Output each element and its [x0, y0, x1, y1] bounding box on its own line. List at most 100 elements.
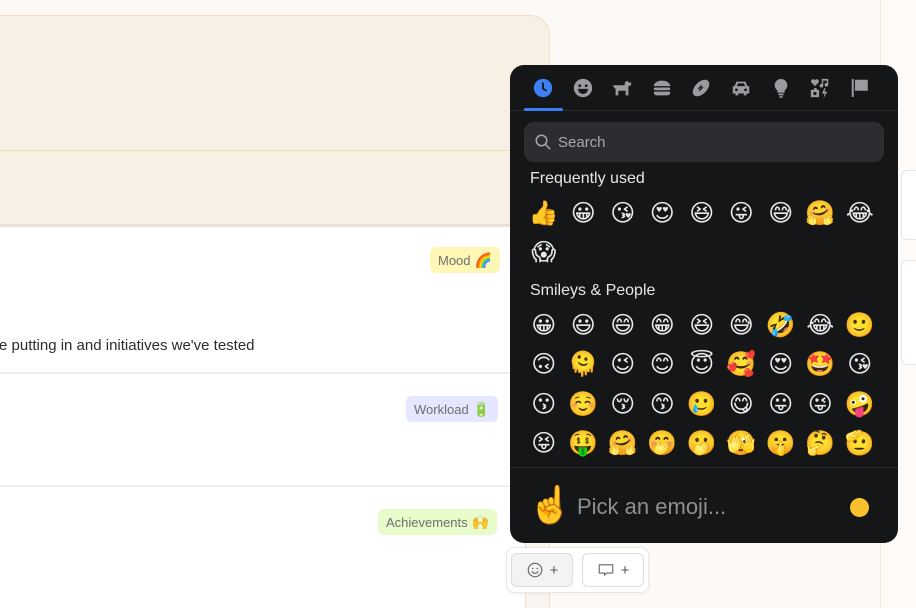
- emoji-cell[interactable]: 🫡: [840, 424, 880, 464]
- preview-emoji: ☝️: [528, 484, 573, 525]
- tab-animals[interactable]: [609, 75, 635, 101]
- emoji-cell[interactable]: 🫢: [682, 424, 722, 464]
- emoji-cell[interactable]: 😆: [682, 305, 722, 345]
- emoji-cell[interactable]: 🥰: [722, 345, 762, 385]
- car-icon: [732, 81, 750, 96]
- add-comment-button[interactable]: +: [582, 553, 644, 587]
- emoji-cell[interactable]: 🤑: [564, 424, 604, 464]
- emoji-cell[interactable]: 🤗: [801, 193, 841, 233]
- emoji-cell[interactable]: 😁: [643, 305, 683, 345]
- top-card: [0, 15, 550, 225]
- emoji-cell[interactable]: 😄: [603, 305, 643, 345]
- emoji-cell[interactable]: 🥲: [682, 384, 722, 424]
- category-tabs: [510, 65, 898, 111]
- tag-label: Workload: [414, 401, 469, 417]
- emoji-cell[interactable]: 🫣: [722, 424, 762, 464]
- document-area: Mood 🌈 re putting in and initiatives we'…: [0, 0, 550, 608]
- smiley-icon: [527, 562, 542, 578]
- skin-tone-selector[interactable]: [850, 498, 869, 517]
- symbols-icon: [810, 78, 829, 99]
- emoji-cell[interactable]: 🤔: [801, 424, 841, 464]
- frequent-emoji-grid: 👍 😀 😘 😍 😆 😜 😅 🤗 😂 😱: [524, 193, 880, 272]
- emoji-cell[interactable]: 🙂: [840, 305, 880, 345]
- emoji-cell[interactable]: 😊: [643, 345, 683, 385]
- emoji-cell[interactable]: 😅: [761, 193, 801, 233]
- plus-label: +: [620, 561, 630, 579]
- emoji-cell[interactable]: ☺️: [564, 384, 604, 424]
- emoji-cell[interactable]: 🤭: [643, 424, 683, 464]
- sidebar-card[interactable]: [901, 260, 916, 365]
- emoji-cell[interactable]: 😆: [682, 193, 722, 233]
- tab-food[interactable]: [649, 75, 675, 101]
- emoji-cell[interactable]: 👍: [524, 193, 564, 233]
- emoji-cell[interactable]: 😗: [524, 384, 564, 424]
- football-icon: [692, 79, 710, 97]
- emoji-picker: Frequently used 👍😀😘😍😆😜😅🤗😂😱 Smileys & Peo…: [510, 65, 898, 543]
- emoji-cell[interactable]: 😉: [603, 345, 643, 385]
- active-tab-indicator: [524, 108, 563, 111]
- row-divider: [0, 485, 525, 487]
- emoji-cell[interactable]: 😋: [722, 384, 762, 424]
- body-text: re putting in and initiatives we've test…: [0, 337, 255, 354]
- emoji-cell[interactable]: 😚: [603, 384, 643, 424]
- smileys-emoji-grid: 😀 😃 😄 😁 😆 😅 🤣 😂 🙂 🙃 🫠 😉 😊 😇 🥰 😍 🤩 😘 😗 ☺️ 😚 😙 🥲 😋 😛 😜 🤪 😝 🤑 🤗 🤭 🫢 🫣 🤫 🤔 🫡: [524, 305, 880, 463]
- tag-workload[interactable]: Workload 🔋: [406, 396, 499, 422]
- raising-hands-icon: 🙌: [471, 513, 490, 530]
- flag-icon: [851, 78, 868, 98]
- emoji-cell[interactable]: 😂: [840, 193, 880, 233]
- emoji-cell[interactable]: 😜: [801, 384, 841, 424]
- emoji-cell[interactable]: 😝: [524, 424, 564, 464]
- tag-label: Achievements: [386, 514, 468, 530]
- tab-travel[interactable]: [728, 75, 754, 101]
- emoji-cell[interactable]: 🤩: [801, 345, 841, 385]
- emoji-cell[interactable]: 😛: [761, 384, 801, 424]
- comment-icon: [598, 564, 613, 576]
- emoji-cell[interactable]: 😍: [643, 193, 683, 233]
- tab-flags[interactable]: [847, 75, 873, 101]
- tab-activities[interactable]: [688, 75, 714, 101]
- section-title-smileys: Smileys & People: [530, 282, 656, 299]
- search-icon: [535, 134, 551, 150]
- emoji-cell[interactable]: 😘: [840, 345, 880, 385]
- emoji-search[interactable]: [524, 122, 884, 162]
- tab-recent[interactable]: [530, 75, 556, 101]
- comment-action-bar: + +: [506, 547, 649, 593]
- lightbulb-icon: [774, 78, 788, 98]
- emoji-cell[interactable]: 🙃: [524, 345, 564, 385]
- emoji-cell[interactable]: 😃: [564, 305, 604, 345]
- tab-symbols[interactable]: [807, 75, 833, 101]
- tab-smileys[interactable]: [570, 75, 596, 101]
- rainbow-icon: 🌈: [474, 251, 492, 268]
- section-title-frequent: Frequently used: [530, 170, 645, 187]
- emoji-cell[interactable]: 🤗: [603, 424, 643, 464]
- emoji-cell[interactable]: 😀: [564, 193, 604, 233]
- emoji-cell[interactable]: 😱: [524, 233, 564, 273]
- emoji-preview-bar: ☝️ Pick an emoji...: [510, 467, 898, 543]
- preview-placeholder: Pick an emoji...: [577, 494, 727, 519]
- card-divider: [0, 150, 549, 151]
- burger-icon: [653, 80, 671, 96]
- emoji-cell[interactable]: 😅: [722, 305, 762, 345]
- emoji-cell[interactable]: 😍: [761, 345, 801, 385]
- sidebar-card[interactable]: [901, 170, 916, 240]
- emoji-cell[interactable]: 😜: [722, 193, 762, 233]
- emoji-cell[interactable]: 🤫: [761, 424, 801, 464]
- emoji-cell[interactable]: 😇: [682, 345, 722, 385]
- emoji-cell[interactable]: 😀: [524, 305, 564, 345]
- emoji-cell[interactable]: 🤣: [761, 305, 801, 345]
- emoji-cell[interactable]: 😙: [643, 384, 683, 424]
- tag-label: Mood: [438, 252, 471, 268]
- dog-icon: [612, 80, 632, 96]
- emoji-cell[interactable]: 🫠: [564, 345, 604, 385]
- tag-achievements[interactable]: Achievements 🙌: [378, 509, 498, 535]
- search-input[interactable]: [558, 133, 858, 151]
- tag-mood[interactable]: Mood 🌈: [430, 247, 500, 273]
- tab-objects[interactable]: [768, 75, 794, 101]
- plus-label: +: [549, 561, 559, 579]
- emoji-cell[interactable]: 😘: [603, 193, 643, 233]
- emoji-cell[interactable]: 😂: [801, 305, 841, 345]
- row-divider: [0, 372, 525, 374]
- emoji-cell[interactable]: 🤪: [840, 384, 880, 424]
- add-reaction-button[interactable]: +: [511, 553, 573, 587]
- battery-icon: 🔋: [472, 400, 491, 417]
